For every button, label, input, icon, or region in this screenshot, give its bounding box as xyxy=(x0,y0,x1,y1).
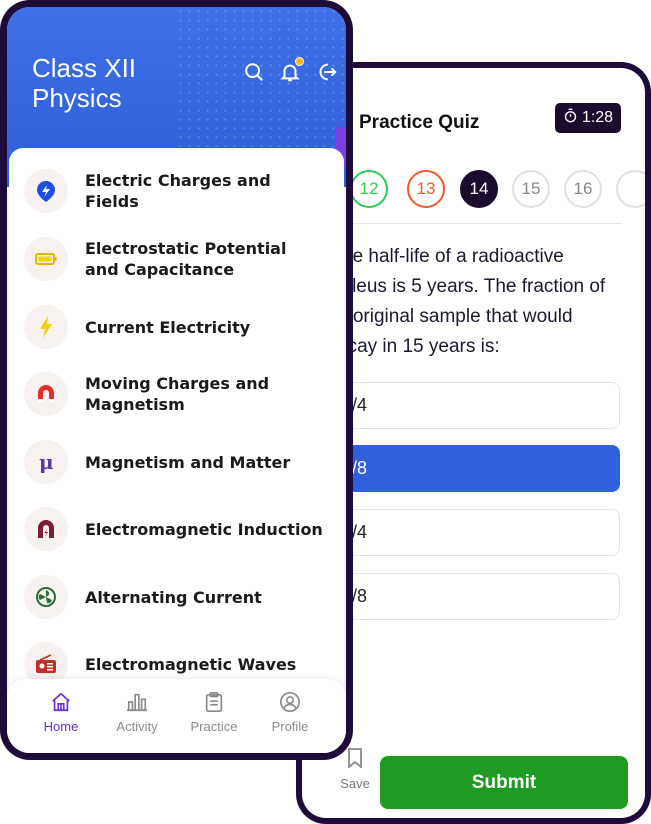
quiz-screen: Practice Quiz 1:28 12 13 14 15 16 he hal… xyxy=(302,68,645,818)
profile-icon xyxy=(255,691,325,713)
question-number-12[interactable]: 12 xyxy=(350,170,388,208)
timer-value: 1:28 xyxy=(581,109,614,126)
chapters-screen: Class XII Physics Electric Charges and F… xyxy=(7,7,346,753)
question-number-16[interactable]: 16 xyxy=(564,170,602,208)
chapter-label: Moving Charges and Magnetism xyxy=(85,374,270,414)
save-label: Save xyxy=(340,776,370,791)
question-navigator: 12 13 14 15 16 xyxy=(302,170,645,210)
list-item[interactable]: μ Magnetism and Matter xyxy=(24,440,324,484)
question-number-15[interactable]: 15 xyxy=(512,170,550,208)
notification-dot xyxy=(295,57,304,66)
list-item[interactable]: Alternating Current xyxy=(24,575,324,619)
nav-activity[interactable]: Activity xyxy=(102,691,172,734)
chapter-label: Electromagnetic Waves xyxy=(85,654,297,674)
question-text: he half-life of a radioactive ucleus is … xyxy=(312,242,632,362)
nav-label: Practice xyxy=(190,719,238,734)
chapter-label: Electromagnetic Induction xyxy=(85,519,323,539)
chapter-label: Electric Charges and Fields xyxy=(85,171,271,211)
bottom-nav: Home Activity Practice Profile xyxy=(7,679,346,753)
list-item[interactable]: Current Electricity xyxy=(24,305,324,349)
magnet-icon xyxy=(24,372,68,416)
quiz-title: Practice Quiz xyxy=(359,112,480,133)
svg-text:μ: μ xyxy=(39,450,54,474)
question-number-13[interactable]: 13 xyxy=(407,170,445,208)
question-line: he half-life of a radioactive xyxy=(342,246,564,267)
battery-icon xyxy=(24,237,68,281)
logout-icon[interactable] xyxy=(315,61,337,83)
nav-label: Profile xyxy=(271,719,309,734)
submit-button[interactable]: Submit xyxy=(380,756,628,809)
stopwatch-icon xyxy=(563,108,578,128)
bell-icon[interactable] xyxy=(279,57,304,83)
mu-icon: μ xyxy=(24,440,68,484)
home-icon xyxy=(26,691,96,713)
question-number-next[interactable] xyxy=(616,170,645,208)
induction-magnet-icon xyxy=(24,507,68,551)
chapter-label: Electrostatic Potential and Capacitance xyxy=(85,239,287,279)
list-item[interactable]: Electric Charges and Fields xyxy=(24,169,324,213)
nav-label: Activity xyxy=(116,719,158,734)
question-line: ecay in 15 years is: xyxy=(337,336,500,357)
chapters-phone: Class XII Physics Electric Charges and F… xyxy=(0,0,353,760)
list-item[interactable]: Electrostatic Potential and Capacitance xyxy=(24,237,324,281)
fan-icon xyxy=(24,575,68,619)
chapter-label: Current Electricity xyxy=(85,317,251,337)
list-item[interactable]: Electromagnetic Induction xyxy=(24,507,324,551)
question-line: e original sample that would xyxy=(337,306,573,327)
search-icon[interactable] xyxy=(243,61,265,83)
bolt-icon xyxy=(24,305,68,349)
quiz-timer: 1:28 xyxy=(555,103,621,133)
list-item[interactable]: Moving Charges and Magnetism xyxy=(24,372,324,416)
bar-chart-icon xyxy=(102,691,172,713)
chapter-list: Electric Charges and Fields Electrostati… xyxy=(9,148,344,753)
question-number-14[interactable]: 14 xyxy=(460,170,498,208)
clipboard-icon xyxy=(179,691,249,713)
chapter-label: Magnetism and Matter xyxy=(85,452,291,472)
nav-label: Home xyxy=(43,719,79,734)
question-line: ucleus is 5 years. The fraction of xyxy=(332,276,606,297)
nav-home[interactable]: Home xyxy=(26,691,96,734)
nav-practice[interactable]: Practice xyxy=(179,691,249,734)
nav-profile[interactable]: Profile xyxy=(255,691,325,734)
page-title: Class XII Physics xyxy=(32,53,137,113)
chapter-label: Alternating Current xyxy=(85,587,262,607)
lightning-pin-icon xyxy=(24,169,68,213)
